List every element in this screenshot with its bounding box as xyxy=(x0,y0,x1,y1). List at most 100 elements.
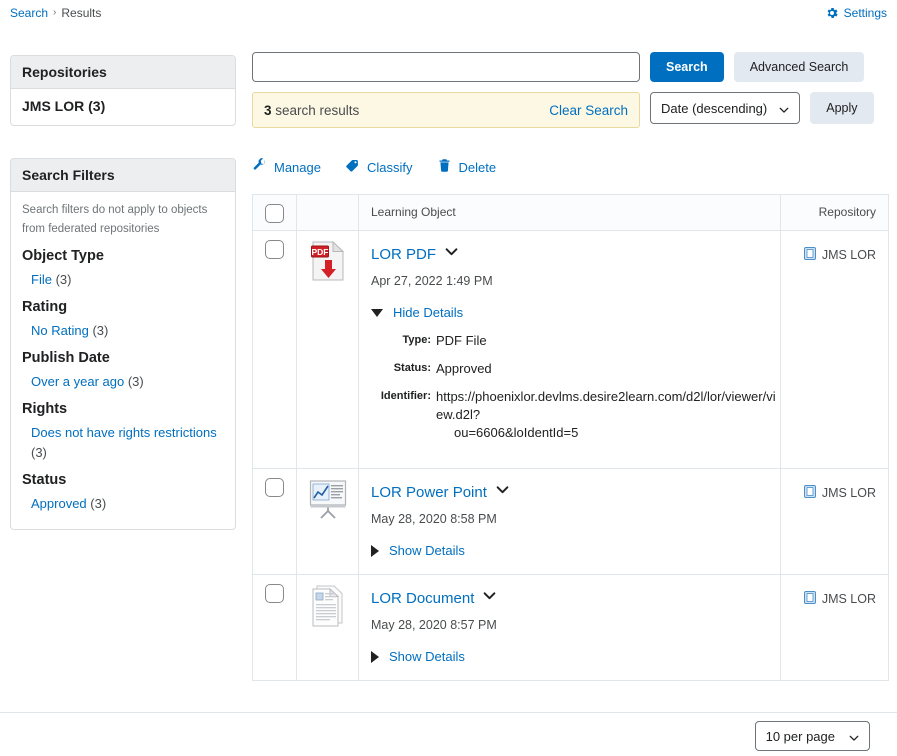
search-button[interactable]: Search xyxy=(650,52,724,82)
search-filters-body: Search filters do not apply to objects f… xyxy=(11,192,235,529)
breadcrumb-search-link[interactable]: Search xyxy=(10,5,48,21)
detail-value-status: Approved xyxy=(436,361,492,376)
filter-option-no-rights-restrictions: Does not have rights restrictions (3) xyxy=(31,423,224,463)
show-details-toggle[interactable]: Show Details xyxy=(371,543,780,558)
advanced-search-button[interactable]: Advanced Search xyxy=(733,52,865,82)
wrench-icon xyxy=(252,158,267,176)
detail-key-identifier: Identifier: xyxy=(380,390,431,402)
results-row: 3 search results Clear Search Date (desc… xyxy=(252,92,889,128)
results-table-head: Learning Object Repository xyxy=(252,194,889,231)
row-title-wrap: LOR PDF xyxy=(371,245,780,263)
left-sidebar: Repositories JMS LOR (3) Search Filters … xyxy=(10,55,236,530)
row-title-chevron-down-icon[interactable] xyxy=(483,589,496,607)
detail-row-type: Type: PDF File xyxy=(371,332,780,350)
detail-value-identifier-line1: https://phoenixlor.devlms.desire2learn.c… xyxy=(436,389,776,422)
gear-icon xyxy=(825,6,839,20)
row-title-link[interactable]: LOR Power Point xyxy=(371,484,487,501)
sort-select-wrap: Date (descending) xyxy=(650,92,801,124)
row-checkbox[interactable] xyxy=(265,584,284,603)
main-content: Search Advanced Search 3 search results … xyxy=(252,52,889,681)
row-select-cell xyxy=(252,574,297,681)
top-bar: Search › Results Settings xyxy=(0,0,897,34)
filter-group-object-type: Object Type xyxy=(22,248,104,264)
filter-link-file[interactable]: File xyxy=(31,272,52,287)
row-icon-cell xyxy=(296,574,359,681)
row-icon-cell xyxy=(296,468,359,575)
row-checkbox[interactable] xyxy=(265,240,284,259)
row-title-link[interactable]: LOR Document xyxy=(371,590,474,607)
detail-key-type: Type: xyxy=(402,334,431,346)
repository-icon xyxy=(803,247,816,263)
repositories-title: Repositories xyxy=(11,56,235,89)
filter-link-over-a-year-ago[interactable]: Over a year ago xyxy=(31,374,124,389)
sort-select-value: Date (descending) xyxy=(661,100,768,116)
row-select-cell xyxy=(252,230,297,469)
manage-action-label: Manage xyxy=(274,159,321,175)
table-header-row: Learning Object Repository xyxy=(252,194,889,231)
bulk-actions-toolbar: Manage Classify Delete xyxy=(252,158,889,176)
table-row: LOR Document May 28, 2020 8:57 PM Show D… xyxy=(252,574,889,681)
row-title-wrap: LOR Power Point xyxy=(371,483,780,501)
row-repository-cell: JMS LOR xyxy=(780,574,889,681)
filter-group-status: Status xyxy=(22,472,67,488)
results-table-body: PDF LOR PDF Apr 27, 2022 1:49 PM Hide De… xyxy=(252,230,889,681)
clear-search-link[interactable]: Clear Search xyxy=(549,103,628,118)
row-title-chevron-down-icon[interactable] xyxy=(496,483,509,501)
repository-badge: JMS LOR xyxy=(803,591,876,607)
delete-action-button[interactable]: Delete xyxy=(437,158,497,176)
powerpoint-file-icon xyxy=(309,480,347,523)
row-date: May 28, 2020 8:57 PM xyxy=(371,618,497,632)
row-main-cell: LOR Document May 28, 2020 8:57 PM Show D… xyxy=(358,574,781,681)
show-details-label: Show Details xyxy=(389,543,465,558)
row-title-chevron-down-icon[interactable] xyxy=(445,245,458,263)
triangle-right-icon xyxy=(371,544,379,557)
filter-group-rights: Rights xyxy=(22,401,68,417)
chevron-down-icon xyxy=(779,103,789,113)
filter-link-no-rights-restrictions[interactable]: Does not have rights restrictions xyxy=(31,425,217,440)
classify-action-label: Classify xyxy=(366,159,413,175)
filter-group-publish-date: Publish Date xyxy=(22,350,110,366)
row-select-cell xyxy=(252,468,297,575)
row-title-link[interactable]: LOR PDF xyxy=(371,246,436,263)
search-input[interactable] xyxy=(252,52,640,82)
hide-details-toggle[interactable]: Hide Details xyxy=(371,305,780,320)
manage-action-button[interactable]: Manage xyxy=(252,158,321,176)
detail-value-identifier-line2: ou=6606&loIdentId=5 xyxy=(454,425,579,440)
detail-row-status: Status: Approved xyxy=(371,360,780,378)
filter-count-file: (3) xyxy=(55,272,72,287)
repository-name: JMS LOR xyxy=(821,248,876,262)
breadcrumb-separator-icon: › xyxy=(53,7,57,18)
detail-value-identifier: https://phoenixlor.devlms.desire2learn.c… xyxy=(436,388,780,442)
sort-select[interactable]: Date (descending) xyxy=(650,92,801,124)
table-row: PDF LOR PDF Apr 27, 2022 1:49 PM Hide De… xyxy=(252,230,889,469)
repository-badge: JMS LOR xyxy=(803,247,876,263)
delete-action-label: Delete xyxy=(458,159,497,175)
repository-item-jms-lor[interactable]: JMS LOR (3) xyxy=(11,89,235,125)
settings-label: Settings xyxy=(843,6,887,20)
show-details-toggle[interactable]: Show Details xyxy=(371,649,780,664)
repository-name: JMS LOR xyxy=(821,486,876,500)
filter-link-approved[interactable]: Approved xyxy=(31,496,87,511)
row-repository-cell: JMS LOR xyxy=(780,468,889,575)
repository-badge: JMS LOR xyxy=(803,485,876,501)
filter-option-no-rating: No Rating (3) xyxy=(31,321,224,341)
per-page-value: 10 per page xyxy=(765,728,835,744)
results-summary-bar: 3 search results Clear Search xyxy=(252,92,640,128)
apply-button[interactable]: Apply xyxy=(810,92,874,124)
row-date: May 28, 2020 8:58 PM xyxy=(371,512,497,526)
filter-link-no-rating[interactable]: No Rating xyxy=(31,323,89,338)
triangle-right-icon xyxy=(371,650,379,663)
repository-name: JMS LOR xyxy=(821,592,876,606)
row-checkbox[interactable] xyxy=(265,478,284,497)
settings-button[interactable]: Settings xyxy=(825,6,887,20)
triangle-down-icon xyxy=(371,308,383,317)
classify-action-button[interactable]: Classify xyxy=(345,158,413,176)
detail-key-status: Status: xyxy=(393,362,431,374)
tag-icon xyxy=(345,158,360,176)
trash-icon xyxy=(437,158,452,176)
repository-icon xyxy=(803,485,816,501)
chevron-down-icon xyxy=(849,731,859,741)
select-all-checkbox[interactable] xyxy=(265,204,284,223)
row-details: Type: PDF File Status: Approved Identifi… xyxy=(371,332,780,442)
per-page-select[interactable]: 10 per page xyxy=(754,721,870,751)
